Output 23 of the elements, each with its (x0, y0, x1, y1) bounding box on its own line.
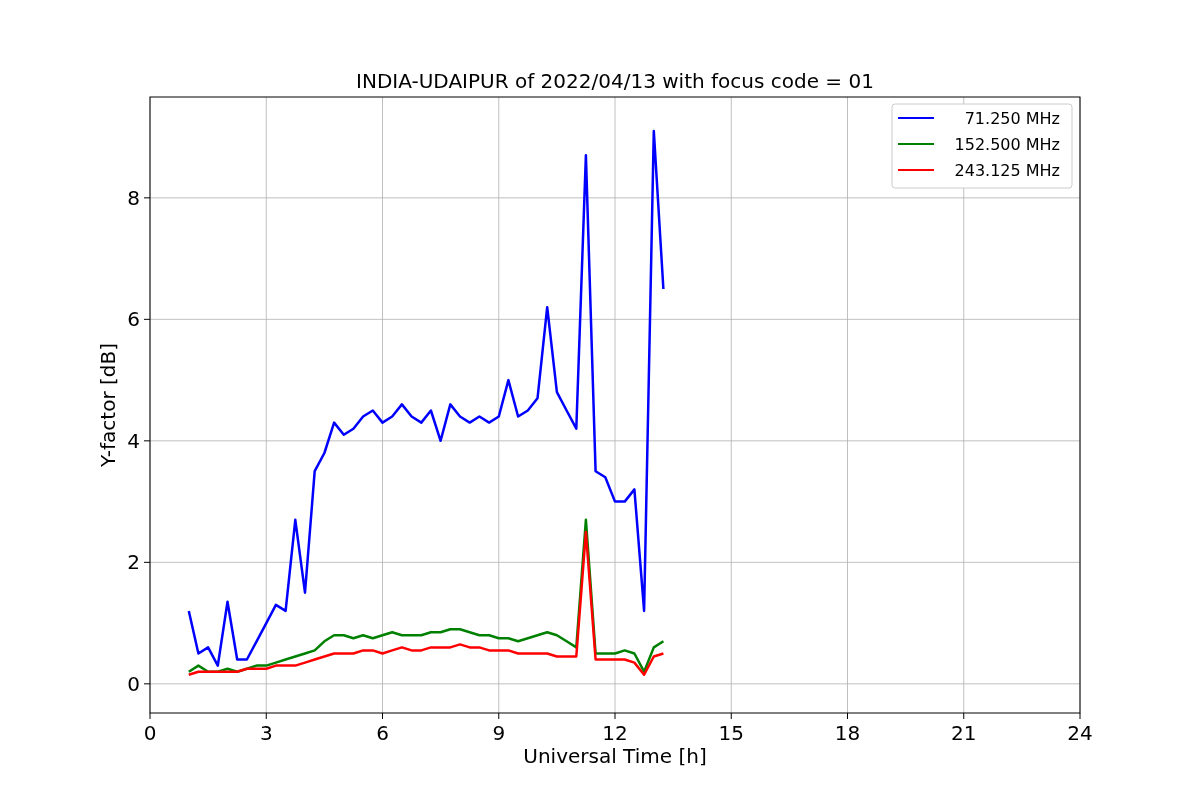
legend-line (897, 117, 935, 119)
legend-line (897, 169, 935, 171)
x-tick-label: 15 (718, 721, 744, 745)
x-tick-label: 9 (492, 721, 506, 745)
x-tick-label: 6 (376, 721, 389, 745)
y-axis-label: Y-factor [dB] (96, 343, 120, 467)
x-tick-label: 21 (951, 721, 977, 745)
x-tick-label: 0 (143, 721, 157, 745)
y-tick-label: 0 (127, 671, 140, 696)
x-tick-label: 3 (259, 721, 273, 745)
chart-title: INDIA-UDAIPUR of 2022/04/13 with focus code = 01 (356, 69, 874, 93)
legend-label: 243.125 MHz (954, 161, 1060, 180)
y-tick-label: 4 (127, 428, 140, 453)
x-tick-label: 24 (1067, 721, 1093, 745)
y-tick-label: 6 (127, 307, 140, 332)
legend-label: 71.250 MHz (964, 109, 1060, 128)
x-axis-label: Universal Time [h] (523, 744, 707, 768)
legend-label: 152.500 MHz (954, 135, 1060, 154)
y-tick-label: 8 (127, 185, 140, 210)
x-tick-label: 12 (602, 721, 628, 745)
y-tick-label: 2 (127, 550, 140, 575)
legend-line (897, 143, 935, 145)
x-tick-label: 18 (834, 721, 861, 745)
